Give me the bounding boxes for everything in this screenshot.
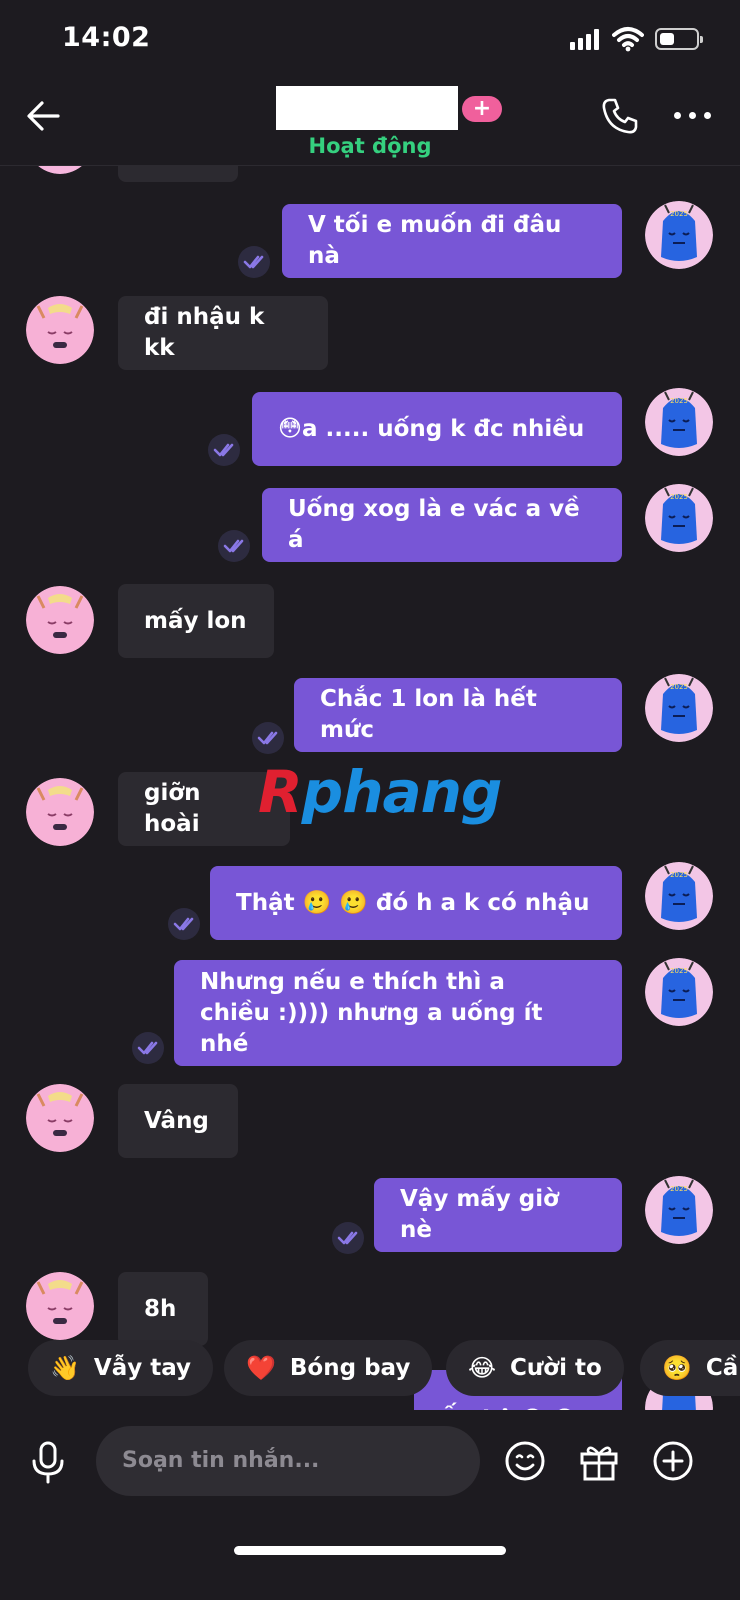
wave-emoji-icon: 👋 (50, 1354, 80, 1382)
composer-bar: Soạn tin nhắn... (0, 1410, 740, 1600)
outgoing-message[interactable]: Thật 🥲 🥲 đó h a k có nhậu (210, 866, 622, 940)
message-input[interactable]: Soạn tin nhắn... (96, 1426, 480, 1496)
my-avatar[interactable]: 2025 (645, 484, 713, 552)
quick-reply-label: Bóng bay (289, 1355, 411, 1381)
plus-circle-icon (653, 1441, 693, 1481)
outgoing-message[interactable]: 😳a ..... uống k đc nhiều (252, 392, 622, 466)
call-button[interactable] (600, 96, 640, 136)
status-bar: 14:02 (0, 0, 740, 80)
incoming-message[interactable]: đi nhậu k kk (118, 296, 328, 370)
double-check-icon (208, 434, 240, 466)
quick-reply-label: Cầ (705, 1355, 739, 1381)
contact-avatar[interactable] (26, 778, 94, 846)
quick-reply-label: Cười to (510, 1355, 602, 1381)
quick-reply-label: Vẫy tay (93, 1355, 192, 1381)
double-check-icon (168, 908, 200, 940)
watermark-logo: Rphang (258, 758, 502, 826)
gift-icon (580, 1446, 618, 1481)
back-button[interactable] (24, 96, 64, 136)
my-avatar[interactable]: 2025 (645, 388, 713, 456)
contact-online-status: Hoạt động (308, 134, 432, 158)
quick-reply-balloon[interactable]: ❤️ Bóng bay (224, 1340, 433, 1396)
contact-avatar (26, 166, 94, 174)
svg-text:2025: 2025 (670, 210, 688, 218)
my-avatar[interactable]: 2025 (645, 201, 713, 269)
status-time: 14:02 (62, 22, 151, 53)
my-avatar[interactable]: 2025 (645, 862, 713, 930)
svg-text:2025: 2025 (670, 397, 688, 405)
double-check-icon (252, 722, 284, 754)
quick-reply-bar[interactable]: 👋 Vẫy tay ❤️ Bóng bay 😂 Cười to 🥺 Cầ (0, 1340, 740, 1400)
outgoing-message[interactable]: Uống xog là e vác a về á (262, 488, 622, 562)
pleading-emoji-icon: 🥺 (662, 1354, 692, 1382)
svg-text:2025: 2025 (670, 683, 688, 691)
contact-avatar[interactable] (26, 1272, 94, 1340)
outgoing-message[interactable]: Vậy mấy giờ nè (374, 1178, 622, 1252)
contact-avatar[interactable] (26, 1084, 94, 1152)
heart-emoji-icon: ❤️ (246, 1354, 276, 1382)
double-check-icon (238, 246, 270, 278)
chat-header: + Hoạt động (0, 80, 740, 166)
message-bubble-partial (118, 166, 238, 182)
voice-record-button[interactable] (28, 1440, 68, 1484)
svg-text:2025: 2025 (670, 871, 688, 879)
plus-badge[interactable]: + (462, 96, 502, 122)
double-check-icon (332, 1222, 364, 1254)
double-check-icon (132, 1032, 164, 1064)
contact-avatar[interactable] (26, 296, 94, 364)
home-indicator[interactable] (234, 1546, 506, 1555)
emoji-button[interactable] (504, 1440, 546, 1482)
svg-text:2025: 2025 (670, 493, 688, 501)
incoming-message[interactable]: 8h (118, 1272, 208, 1346)
outgoing-message[interactable]: V tối e muốn đi đâu nà (282, 204, 622, 278)
wifi-icon (612, 26, 644, 52)
quick-reply-laugh[interactable]: 😂 Cười to (446, 1340, 624, 1396)
laugh-emoji-icon: 😂 (468, 1354, 497, 1382)
arrow-left-icon (27, 101, 60, 131)
quick-reply-wave[interactable]: 👋 Vẫy tay (28, 1340, 214, 1396)
svg-text:2025: 2025 (670, 1185, 688, 1193)
outgoing-message[interactable]: Chắc 1 lon là hết mức (294, 678, 622, 752)
smiley-icon (505, 1441, 545, 1481)
quick-reply-plead[interactable]: 🥺 Cầ (640, 1340, 740, 1396)
gift-button[interactable] (578, 1440, 620, 1482)
battery-icon (655, 28, 703, 50)
my-avatar[interactable]: 2025 (645, 958, 713, 1026)
outgoing-message[interactable]: Nhưng nếu e thích thì a chiều :)))) nhưn… (174, 960, 622, 1066)
my-avatar[interactable]: 2025 (645, 1176, 713, 1244)
my-avatar[interactable]: 2025 (645, 674, 713, 742)
cellular-signal-icon (570, 28, 602, 50)
svg-text:2025: 2025 (670, 967, 688, 975)
contact-avatar[interactable] (26, 586, 94, 654)
contact-name-redacted[interactable] (276, 86, 458, 130)
incoming-message[interactable]: mấy lon (118, 584, 274, 658)
microphone-icon (32, 1441, 64, 1484)
add-attachment-button[interactable] (652, 1440, 694, 1482)
phone-icon (602, 98, 638, 134)
incoming-message[interactable]: Vâng (118, 1084, 238, 1158)
more-options-button[interactable] (674, 110, 714, 122)
double-check-icon (218, 530, 250, 562)
